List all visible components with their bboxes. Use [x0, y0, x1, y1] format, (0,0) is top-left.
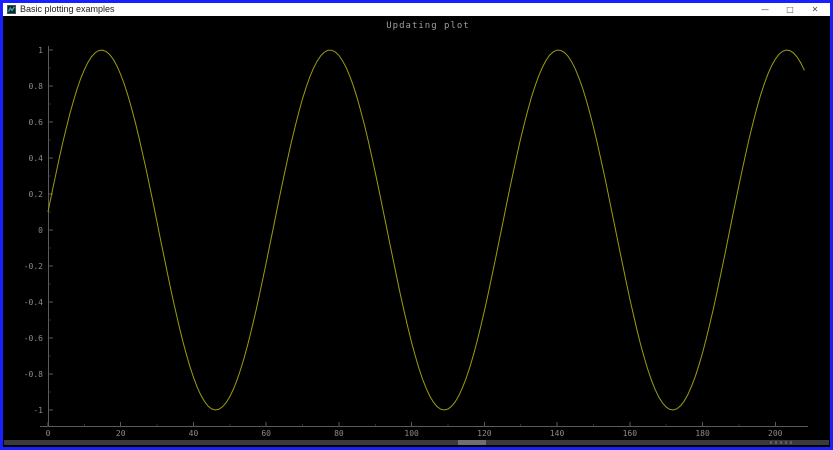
scrollbar-grip: [770, 441, 794, 444]
tick-marks: [48, 50, 775, 426]
plot-window-content: Updating plot 02040608010012014016018020…: [3, 16, 830, 447]
window-title: Basic plotting examples: [20, 3, 115, 16]
svg-text:0.8: 0.8: [29, 82, 44, 91]
svg-text:-0.6: -0.6: [24, 334, 43, 343]
svg-text:1: 1: [38, 46, 43, 55]
app-icon[interactable]: [7, 5, 16, 14]
svg-text:60: 60: [261, 429, 271, 438]
svg-text:200: 200: [768, 429, 783, 438]
window-frame: Basic plotting examples — □ ✕ Updating p…: [0, 0, 833, 450]
svg-text:160: 160: [623, 429, 638, 438]
window-controls: — □ ✕: [759, 3, 826, 16]
horizontal-scrollbar-track[interactable]: [4, 440, 829, 445]
title-bar[interactable]: Basic plotting examples — □ ✕: [3, 3, 830, 16]
svg-text:0.6: 0.6: [29, 118, 44, 127]
plot-canvas[interactable]: 0 20 40 60 80 100 120 140 160 180 200 -1 -0.8 -0.6 -0.…: [3, 16, 830, 447]
svg-text:80: 80: [334, 429, 344, 438]
svg-text:0.2: 0.2: [29, 190, 44, 199]
svg-text:120: 120: [477, 429, 492, 438]
svg-text:-0.2: -0.2: [24, 262, 43, 271]
horizontal-scrollbar-thumb[interactable]: [458, 440, 486, 445]
svg-text:0: 0: [38, 226, 43, 235]
svg-text:0.4: 0.4: [29, 154, 44, 163]
svg-text:-0.8: -0.8: [24, 370, 43, 379]
tick-labels: 0 20 40 60 80 100 120 140 160 180 200 -1 -0.8 -0.6 -0.…: [24, 46, 783, 438]
svg-text:-0.4: -0.4: [24, 298, 43, 307]
axes: [40, 46, 808, 427]
svg-text:-1: -1: [33, 406, 43, 415]
svg-text:180: 180: [695, 429, 710, 438]
svg-text:140: 140: [550, 429, 565, 438]
close-icon[interactable]: ✕: [809, 3, 821, 16]
maximize-icon[interactable]: □: [784, 3, 796, 16]
minimize-icon[interactable]: —: [759, 3, 771, 16]
svg-text:0: 0: [46, 429, 51, 438]
svg-text:40: 40: [189, 429, 199, 438]
sine-curve: [48, 50, 804, 410]
svg-text:100: 100: [404, 429, 419, 438]
svg-text:20: 20: [116, 429, 126, 438]
